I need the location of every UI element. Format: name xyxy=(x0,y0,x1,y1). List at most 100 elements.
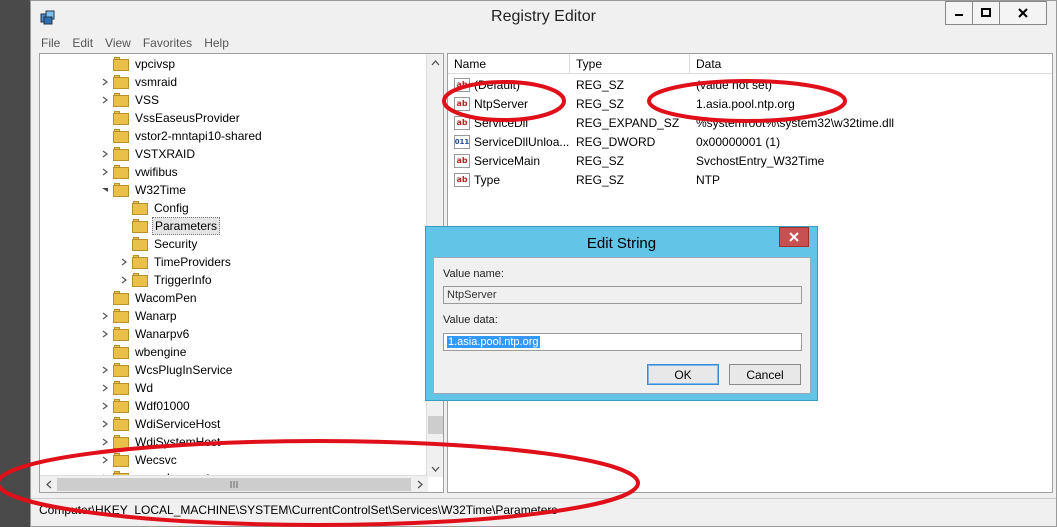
expand-arrow-icon[interactable] xyxy=(100,77,110,87)
tree-item-label: TriggerInfo xyxy=(154,273,212,287)
string-value-icon: ab xyxy=(454,115,470,130)
tree-item[interactable]: WcsPlugInService xyxy=(100,361,234,379)
value-row[interactable]: ab ServiceMain REG_SZ SvchostEntry_W32Time xyxy=(448,151,1052,170)
tree-item[interactable]: TimeProviders xyxy=(119,253,233,271)
tree-item[interactable]: vwifibus xyxy=(100,163,180,181)
expand-arrow-icon[interactable] xyxy=(100,329,110,339)
value-data-cell: %systemroot%\system32\w32time.dll xyxy=(696,115,895,130)
scroll-thumb[interactable] xyxy=(428,416,443,434)
value-data-cell: 0x00000001 (1) xyxy=(696,134,781,149)
tree-item[interactable]: VssEaseusProvider xyxy=(100,109,242,127)
tree-item[interactable]: wbengine xyxy=(100,343,188,361)
value-name-cell: NtpServer xyxy=(474,96,529,111)
folder-icon xyxy=(132,201,148,215)
value-type-cell: REG_DWORD xyxy=(576,134,656,149)
value-name-label: Value name: xyxy=(443,268,504,280)
folder-icon xyxy=(113,183,129,197)
folder-icon xyxy=(113,399,129,413)
tree-item[interactable]: Wdf01000 xyxy=(100,397,192,415)
collapse-arrow-icon[interactable] xyxy=(100,185,110,195)
folder-icon xyxy=(113,93,129,107)
tree-item[interactable]: Wd xyxy=(100,379,155,397)
expand-arrow-icon[interactable] xyxy=(119,275,129,285)
scroll-down-button[interactable] xyxy=(427,460,443,477)
tree-item[interactable]: WacomPen xyxy=(100,289,199,307)
tree-item[interactable]: Config xyxy=(119,199,191,217)
scroll-left-button[interactable] xyxy=(40,476,57,492)
menu-edit[interactable]: Edit xyxy=(72,33,93,53)
folder-icon xyxy=(132,237,148,251)
expand-arrow-icon[interactable] xyxy=(119,257,129,267)
expand-arrow-icon[interactable] xyxy=(100,167,110,177)
tree-item[interactable]: WdiSystemHost xyxy=(100,433,222,451)
value-type-cell: REG_EXPAND_SZ xyxy=(576,115,680,130)
expand-arrow-icon[interactable] xyxy=(100,455,110,465)
tree-item[interactable]: Parameters xyxy=(119,217,221,235)
value-row[interactable]: ab NtpServer REG_SZ 1.asia.pool.ntp.org xyxy=(448,94,1052,113)
tree-item[interactable]: Wecsvc xyxy=(100,451,179,469)
column-header-data[interactable]: Data xyxy=(690,54,1052,74)
horizontal-scroll-thumb[interactable] xyxy=(57,478,411,491)
tree-item[interactable]: VSS xyxy=(100,91,161,109)
expand-arrow-icon[interactable] xyxy=(100,437,110,447)
binary-value-icon: 011 xyxy=(454,134,470,149)
expand-arrow-icon[interactable] xyxy=(100,401,110,411)
expand-arrow-icon[interactable] xyxy=(100,95,110,105)
tree-item[interactable]: vstor2-mntapi10-shared xyxy=(100,127,264,145)
string-value-icon: ab xyxy=(454,172,470,187)
menu-view[interactable]: View xyxy=(105,33,131,53)
tree-item[interactable]: Wanarpv6 xyxy=(100,325,191,343)
scroll-up-button[interactable] xyxy=(427,54,443,71)
expand-arrow-icon[interactable] xyxy=(100,311,110,321)
close-button[interactable] xyxy=(999,1,1047,25)
value-row[interactable]: ab (Default) REG_SZ (value not set) xyxy=(448,75,1052,94)
folder-icon xyxy=(113,129,129,143)
expand-arrow-icon[interactable] xyxy=(100,149,110,159)
tree-item[interactable]: vpcivsp xyxy=(100,55,177,73)
tree-item[interactable]: TriggerInfo xyxy=(119,271,214,289)
expand-arrow-icon[interactable] xyxy=(100,419,110,429)
cancel-button[interactable]: Cancel xyxy=(729,364,801,385)
minimize-button[interactable] xyxy=(945,1,973,25)
tree-item-label: Wanarp xyxy=(135,309,177,323)
dialog-close-button[interactable] xyxy=(779,227,809,247)
value-row[interactable]: 011 ServiceDllUnloa... REG_DWORD 0x00000001… xyxy=(448,132,1052,151)
menu-help[interactable]: Help xyxy=(204,33,229,53)
tree-item[interactable]: VSTXRAID xyxy=(100,145,197,163)
tree-item-label: Wanarpv6 xyxy=(135,327,190,341)
value-row[interactable]: ab ServiceDll REG_EXPAND_SZ %systemroot%\sy… xyxy=(448,113,1052,132)
folder-icon xyxy=(113,345,129,359)
column-header-name[interactable]: Name xyxy=(448,54,570,74)
title-bar[interactable]: Registry Editor xyxy=(31,1,1056,33)
tree-item-label: WdiServiceHost xyxy=(135,417,221,431)
dialog-body: Value name: NtpServer Value data: 1.asia… xyxy=(433,257,811,394)
chevron-up-icon xyxy=(431,59,440,65)
tree-item[interactable]: Security xyxy=(119,235,199,253)
value-row[interactable]: ab Type REG_SZ NTP xyxy=(448,170,1052,189)
folder-icon xyxy=(113,291,129,305)
tree-item-label: VSS xyxy=(135,93,160,107)
tree-item-label: Wecsvc xyxy=(135,453,177,467)
folder-icon xyxy=(132,273,148,287)
maximize-button[interactable] xyxy=(972,1,1000,25)
status-bar-path: Computer\HKEY_LOCAL_MACHINE\SYSTEM\Curre… xyxy=(31,498,1056,520)
ok-button[interactable]: OK xyxy=(647,364,719,385)
tree-item[interactable]: Wanarp xyxy=(100,307,179,325)
menu-file[interactable]: File xyxy=(41,33,60,53)
expand-arrow-icon[interactable] xyxy=(100,365,110,375)
scroll-right-button[interactable] xyxy=(411,476,428,492)
close-icon xyxy=(1018,8,1028,18)
tree-item-label: W32Time xyxy=(135,183,186,197)
menu-favorites[interactable]: Favorites xyxy=(143,33,192,53)
column-header-type[interactable]: Type xyxy=(570,54,690,74)
expand-arrow-icon[interactable] xyxy=(100,383,110,393)
tree-item[interactable]: W32Time xyxy=(100,181,188,199)
tree-item[interactable]: vsmraid xyxy=(100,73,179,91)
tree-horizontal-scrollbar[interactable] xyxy=(40,475,428,492)
tree-item[interactable]: WdiServiceHost xyxy=(100,415,222,433)
value-data-selected-text: 1.asia.pool.ntp.org xyxy=(447,336,540,348)
key-tree-pane[interactable]: vpcivsp vsmraid VSS VssEaseusProvider vstor2… xyxy=(39,53,444,493)
value-data-input[interactable]: 1.asia.pool.ntp.org xyxy=(443,333,802,351)
